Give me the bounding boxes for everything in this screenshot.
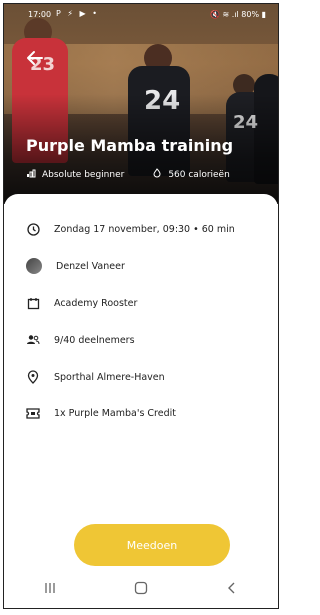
- android-nav-bar: [4, 572, 278, 608]
- location-row: Sporthal Almere-Haven: [26, 370, 165, 384]
- participants-row: 9/40 deelnemers: [26, 333, 135, 347]
- participants-text: 9/40 deelnemers: [54, 334, 135, 346]
- hero-image: 23 24 24 17:00 P ⚡ ▶ • 🔇 ≋ .ıl 80% ▮ Pur…: [4, 4, 278, 204]
- bars-icon: [26, 168, 36, 181]
- trainer-avatar: [26, 258, 42, 274]
- trainer-name: Denzel Vaneer: [56, 260, 125, 272]
- clock-icon: [26, 222, 40, 236]
- home-icon[interactable]: [121, 581, 161, 599]
- back-icon[interactable]: [212, 581, 252, 599]
- phone-screen: 23 24 24 17:00 P ⚡ ▶ • 🔇 ≋ .ıl 80% ▮ Pur…: [3, 3, 279, 609]
- status-bar: 17:00 P ⚡ ▶ • 🔇 ≋ .ıl 80% ▮: [4, 4, 278, 24]
- status-time: 17:00: [28, 10, 52, 19]
- level-label: Absolute beginner: [42, 169, 125, 180]
- schedule-text: Academy Rooster: [54, 297, 138, 309]
- notification-icons: P ⚡ ▶ •: [56, 9, 99, 18]
- recent-apps-icon[interactable]: [30, 582, 70, 598]
- trainer-row[interactable]: Denzel Vaneer: [26, 258, 125, 274]
- ticket-icon: [26, 406, 40, 420]
- datetime-text: Zondag 17 november, 09:30 • 60 min: [54, 223, 235, 235]
- training-meta: Absolute beginner 560 calorieën: [26, 168, 230, 181]
- people-icon: [26, 333, 40, 347]
- join-button[interactable]: Meedoen: [74, 524, 230, 566]
- calories-label: 560 calorieën: [168, 169, 230, 180]
- flame-icon: [152, 168, 162, 181]
- system-icons: 🔇 ≋ .ıl 80% ▮: [209, 10, 266, 19]
- location-text: Sporthal Almere-Haven: [54, 371, 165, 383]
- location-pin-icon: [26, 370, 40, 384]
- credit-row: 1x Purple Mamba's Credit: [26, 406, 176, 420]
- schedule-row: Academy Rooster: [26, 296, 137, 310]
- back-arrow-icon[interactable]: [26, 50, 44, 70]
- training-title: Purple Mamba training: [26, 136, 234, 155]
- datetime-row: Zondag 17 november, 09:30 • 60 min: [26, 222, 235, 236]
- calendar-icon: [26, 296, 40, 310]
- credit-text: 1x Purple Mamba's Credit: [54, 407, 176, 419]
